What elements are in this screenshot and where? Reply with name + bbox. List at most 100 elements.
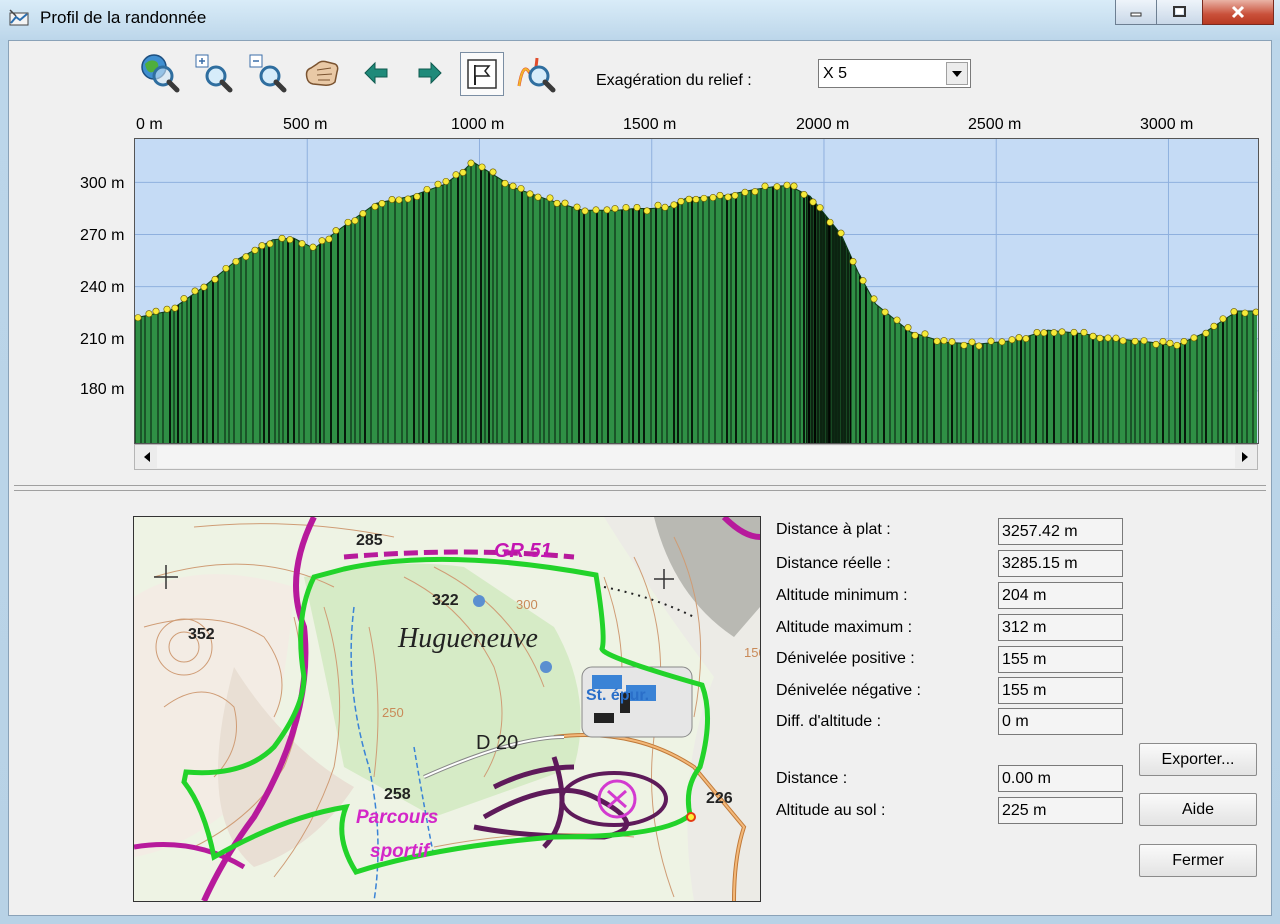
gps-point <box>661 203 669 211</box>
previous-button[interactable] <box>354 50 398 96</box>
ground-altitude-label: Altitude au sol : <box>776 802 886 819</box>
gps-point <box>258 242 266 250</box>
zoom-profile-icon <box>517 57 556 93</box>
relief-exaggeration-value: X 5 <box>823 65 848 82</box>
gps-point <box>581 207 589 215</box>
scroll-thumb[interactable] <box>157 446 1235 468</box>
maximize-button[interactable] <box>1156 0 1203 25</box>
gps-point <box>751 188 759 196</box>
gps-point <box>826 218 834 226</box>
x-tick-label: 0 m <box>136 116 163 133</box>
negative-gain-value: 155 m <box>998 677 1123 704</box>
gps-point <box>442 177 450 185</box>
trail-map[interactable]: 285 GR 51 322 300 352 Hugueneuve St. épu… <box>133 516 761 902</box>
x-tick-label: 1000 m <box>451 116 505 133</box>
gps-point <box>1104 334 1112 342</box>
gps-point <box>332 227 340 235</box>
gps-point <box>1070 328 1078 336</box>
zoom-in-icon <box>195 54 233 93</box>
elevation-profile-svg <box>135 139 1258 443</box>
map-label: Hugueneuve <box>397 623 538 654</box>
gps-point <box>200 283 208 291</box>
gps-point <box>677 197 685 205</box>
gps-point <box>517 185 525 193</box>
chart-horizontal-scrollbar[interactable] <box>134 444 1258 470</box>
gps-point <box>1131 337 1139 345</box>
gps-point <box>700 194 708 202</box>
title-bar[interactable]: Profil de la randonnée <box>0 0 1280 38</box>
gps-point <box>893 316 901 324</box>
gps-point <box>1096 334 1104 342</box>
x-tick-label: 1500 m <box>623 116 677 133</box>
close-window-button[interactable] <box>1202 0 1274 25</box>
gps-point <box>459 169 467 177</box>
minimize-icon <box>1130 12 1142 17</box>
elevation-bars <box>135 161 1257 443</box>
map-label: 285 <box>356 532 383 549</box>
maximize-icon <box>1172 6 1186 17</box>
altitude-diff-value: 0 m <box>998 708 1123 735</box>
gps-point <box>434 180 442 188</box>
altitude-diff-label: Diff. d'altitude : <box>776 713 882 730</box>
gps-point <box>741 188 749 196</box>
zoom-out-button[interactable] <box>246 50 290 96</box>
gps-point <box>359 210 367 218</box>
zoom-extent-button[interactable] <box>138 50 182 96</box>
gps-point <box>761 182 769 190</box>
negative-gain-label: Dénivelée négative : <box>776 682 921 699</box>
gps-point <box>286 236 294 244</box>
relief-exaggeration-select[interactable]: X 5 <box>818 59 971 88</box>
map-label: 300 <box>516 597 538 612</box>
profile-mode-button[interactable] <box>460 52 504 96</box>
minimize-button[interactable] <box>1115 0 1157 25</box>
gps-point <box>222 264 230 272</box>
map-label: GR 51 <box>494 540 552 562</box>
close-icon <box>1231 5 1245 19</box>
zoom-extent-icon <box>141 54 180 93</box>
gps-point <box>1015 334 1023 342</box>
gps-point <box>998 338 1006 346</box>
cursor-distance-value: 0.00 m <box>998 765 1123 792</box>
x-tick-label: 500 m <box>283 116 328 133</box>
zoom-in-button[interactable] <box>192 50 236 96</box>
gps-point <box>351 217 359 225</box>
gps-point <box>509 182 517 190</box>
gps-point <box>633 204 641 212</box>
gps-point <box>371 203 379 211</box>
scroll-right-button[interactable] <box>1234 446 1256 468</box>
gps-point <box>561 199 569 207</box>
elevation-profile-chart[interactable] <box>134 138 1259 444</box>
scroll-left-button[interactable] <box>136 446 158 468</box>
gps-point <box>870 295 878 303</box>
gps-point <box>1040 329 1048 337</box>
map-label: D 20 <box>476 732 518 754</box>
gps-point <box>716 191 724 199</box>
gps-point <box>1112 334 1120 342</box>
panel-splitter[interactable] <box>14 485 1266 491</box>
gps-point <box>911 331 919 339</box>
arrow-left-icon <box>364 61 388 85</box>
close-button[interactable]: Fermer <box>1139 844 1257 877</box>
gps-point <box>423 185 431 193</box>
gps-point <box>1159 337 1167 345</box>
ground-altitude-value: 225 m <box>998 797 1123 824</box>
gps-point <box>933 337 941 345</box>
pan-button[interactable] <box>300 50 344 96</box>
gps-point <box>975 342 983 350</box>
next-button[interactable] <box>408 50 452 96</box>
gps-point <box>344 218 352 226</box>
dropdown-button[interactable] <box>946 62 968 85</box>
gps-point <box>603 206 611 214</box>
zoom-profile-button[interactable] <box>514 50 558 96</box>
gps-point <box>1210 322 1218 330</box>
map-label: 226 <box>706 790 733 807</box>
export-button[interactable]: Exporter... <box>1139 743 1257 776</box>
gps-point <box>1230 308 1238 316</box>
gps-point <box>395 196 403 204</box>
gps-point <box>309 243 317 251</box>
gps-point <box>790 182 798 190</box>
gps-point <box>940 337 948 345</box>
help-button[interactable]: Aide <box>1139 793 1257 826</box>
gps-point <box>1089 332 1097 340</box>
gps-point <box>1058 328 1066 336</box>
